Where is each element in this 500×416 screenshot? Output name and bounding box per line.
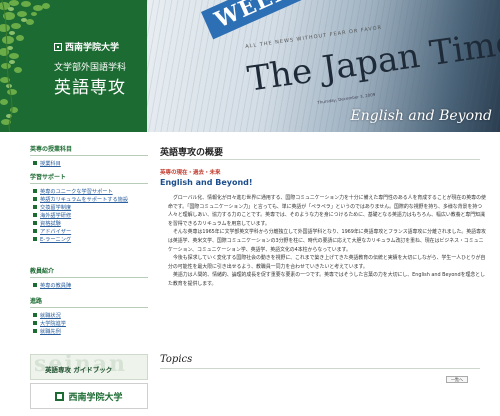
header-newspaper-photo: WEEKLY ALL THE NEWS WITHOUT FEAR OR FAVO… <box>147 0 500 132</box>
guidebook-banner-label: 英語専攻 ガイドブック <box>45 366 113 374</box>
sidebar-link[interactable]: 交換留学制度 <box>33 203 148 211</box>
section-subheading: 英専の現在・過去・未来 <box>160 170 221 176</box>
bullet-icon <box>33 283 37 287</box>
sidebar-divider <box>30 155 148 156</box>
sidebar-heading: 学習サポート <box>30 174 67 181</box>
bullet-icon <box>33 313 37 317</box>
header-brand-panel: 西南学院大学 文学部外国語学科 英語専攻 <box>0 0 147 132</box>
sidebar-link[interactable]: 大学院進学 <box>33 319 148 327</box>
sidebar-link[interactable]: 英専の教員陣 <box>33 281 148 289</box>
sidebar-link[interactable]: 就職状況 <box>33 311 148 319</box>
page-title: 英語専攻の概要 <box>160 148 224 158</box>
title-divider <box>160 159 480 160</box>
sidebar-divider <box>30 277 148 278</box>
section-heading: English and Beyond! <box>160 178 253 187</box>
university-logo[interactable]: 西南学院大学 <box>54 40 119 53</box>
sidebar-link[interactable]: 英語カリキュラムをサポートする施設 <box>33 195 148 203</box>
sidebar-link[interactable]: 海外語学研修 <box>33 211 148 219</box>
university-crest-icon <box>55 391 65 401</box>
sidebar-heading: 教員紹介 <box>30 268 55 275</box>
university-banner-label: 西南学院大学 <box>68 392 123 403</box>
sidebar-section-career: 進路 就職状況 大学院進学 就職先例 <box>30 296 148 335</box>
bullet-icon <box>33 321 37 325</box>
university-banner[interactable]: 西南学院大学 <box>30 383 148 409</box>
body-text: グローバル化、情報化が日々進む世界に通用する、国際コミュニケーション力を十分に備… <box>168 194 486 289</box>
topics-list-button[interactable]: 一覧へ <box>446 376 468 383</box>
sidebar-link[interactable]: アドバイザー <box>33 227 148 235</box>
main-content: 英語専攻の概要 英専の現在・過去・未来 English and Beyond! … <box>160 132 490 416</box>
sidebar-divider <box>30 307 148 308</box>
bullet-icon <box>33 329 37 333</box>
body-paragraph: 英語力は人間的、情緒的、論理的成長を促す重要な要素の一つです。英専ではそうした言… <box>168 272 486 287</box>
bullet-icon <box>33 229 37 233</box>
sidebar-divider <box>30 183 148 184</box>
sidebar-heading: 進路 <box>30 298 43 305</box>
topics-heading: Topics <box>160 354 193 365</box>
bullet-icon <box>33 221 37 225</box>
department-subtitle: 文学部外国語学科 <box>54 63 127 73</box>
sidebar-section-support: 学習サポート 英専のユニークな学習サポート 英語カリキュラムをサポートする施設 … <box>30 172 148 243</box>
bullet-icon <box>33 237 37 241</box>
body-paragraph: 今後も探求していく変化する国際社会の動きを視野に、これまで築き上げてきた英語教育… <box>168 255 486 270</box>
topics-divider <box>160 368 480 369</box>
sidebar-heading: 英専の授業科目 <box>30 146 73 153</box>
sidebar-section-courses: 英専の授業科目 授業科目 <box>30 144 148 167</box>
department-title: 英語専攻 <box>54 78 126 98</box>
body-paragraph: グローバル化、情報化が日々進む世界に通用する、国際コミュニケーション力を十分に備… <box>168 195 486 227</box>
bullet-icon <box>33 189 37 193</box>
sidebar-link[interactable]: 授業科目 <box>33 159 148 167</box>
sidebar-section-faculty: 教員紹介 英専の教員陣 <box>30 266 148 289</box>
site-header: 西南学院大学 文学部外国語学科 英語専攻 WEEKLY ALL THE NEWS… <box>0 0 500 132</box>
sidebar-link[interactable]: E-ラーニング <box>33 235 148 243</box>
bullet-icon <box>33 197 37 201</box>
guidebook-banner[interactable]: seinan 英語専攻 ガイドブック <box>30 354 148 380</box>
sidebar-link[interactable]: 資格試験 <box>33 219 148 227</box>
header-slogan: English and Beyond <box>350 108 492 124</box>
bullet-icon <box>33 161 37 165</box>
bullet-icon <box>33 213 37 217</box>
sidebar-link[interactable]: 英専のユニークな学習サポート <box>33 187 148 195</box>
university-name: 西南学院大学 <box>65 43 120 53</box>
bullet-icon <box>33 205 37 209</box>
sidebar-link[interactable]: 就職先例 <box>33 327 148 335</box>
body-paragraph: そんな英専は1965年に文学部英文学科から分離独立して外国語学科となり、1969… <box>168 229 486 253</box>
university-crest-icon <box>54 42 62 51</box>
